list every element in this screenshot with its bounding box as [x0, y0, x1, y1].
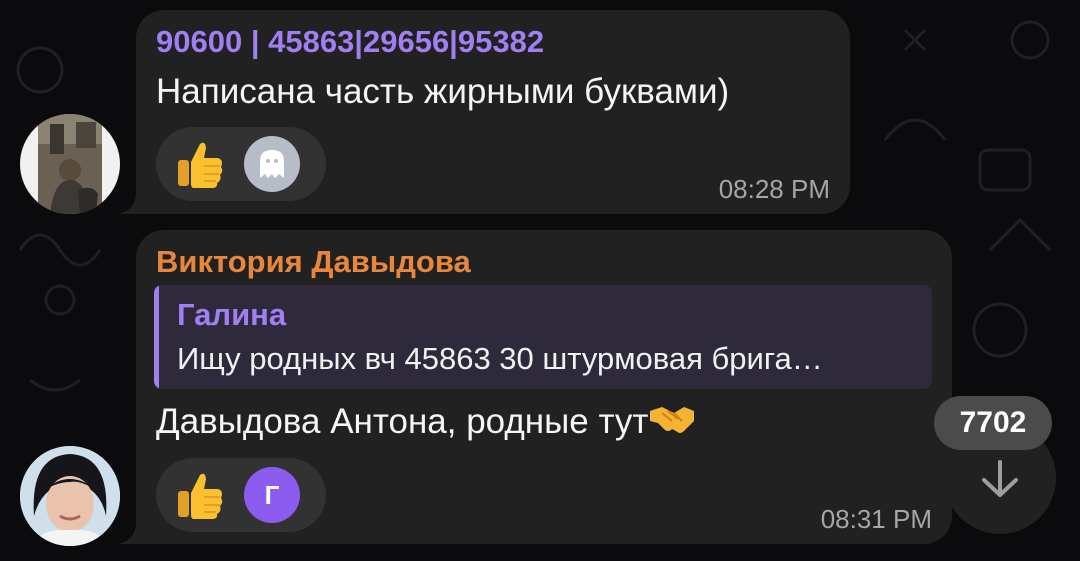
message-text: Написана часть жирными буквами) — [156, 72, 730, 111]
handshake-icon — [650, 407, 695, 433]
reply-quote[interactable]: Галина Ищу родных вч 45863 30 штурмовая … — [154, 285, 932, 389]
sender-name[interactable]: Виктория Давыдова — [156, 244, 471, 280]
thumbs-up-icon — [178, 473, 223, 519]
unread-count-badge[interactable]: 7702 — [934, 396, 1052, 450]
reply-text: Ищу родных вч 45863 30 штурмовая брига… — [177, 341, 823, 376]
message-time: 08:31 PM — [820, 504, 932, 534]
message-time: 08:28 PM — [718, 174, 830, 204]
reaction-chip[interactable]: Г — [156, 458, 326, 532]
reply-sender: Галина — [177, 297, 287, 332]
message-bubble[interactable]: Виктория Давыдова Галина Ищу родных вч 4… — [136, 230, 952, 544]
arrow-down-icon — [982, 460, 1018, 497]
thumbs-up-icon — [178, 142, 223, 188]
sender-name[interactable]: 90600 | 45863|29656|95382 — [156, 24, 544, 60]
message-text: Давыдова Антона, родные тут — [156, 402, 696, 442]
reply-bar — [154, 285, 159, 389]
reaction-chip[interactable] — [156, 127, 326, 201]
avatar-photo — [38, 114, 102, 214]
message-bubble[interactable]: 90600 | 45863|29656|95382 Написана часть… — [136, 10, 850, 214]
ghost-icon — [260, 150, 284, 178]
reactor-avatar: Г — [244, 467, 300, 523]
sender-avatar[interactable] — [20, 446, 120, 546]
reactor-avatar — [244, 136, 300, 192]
sender-avatar[interactable] — [20, 114, 120, 214]
message-text-body: Давыдова Антона, родные тут — [156, 402, 649, 441]
avatar-photo — [20, 446, 120, 546]
